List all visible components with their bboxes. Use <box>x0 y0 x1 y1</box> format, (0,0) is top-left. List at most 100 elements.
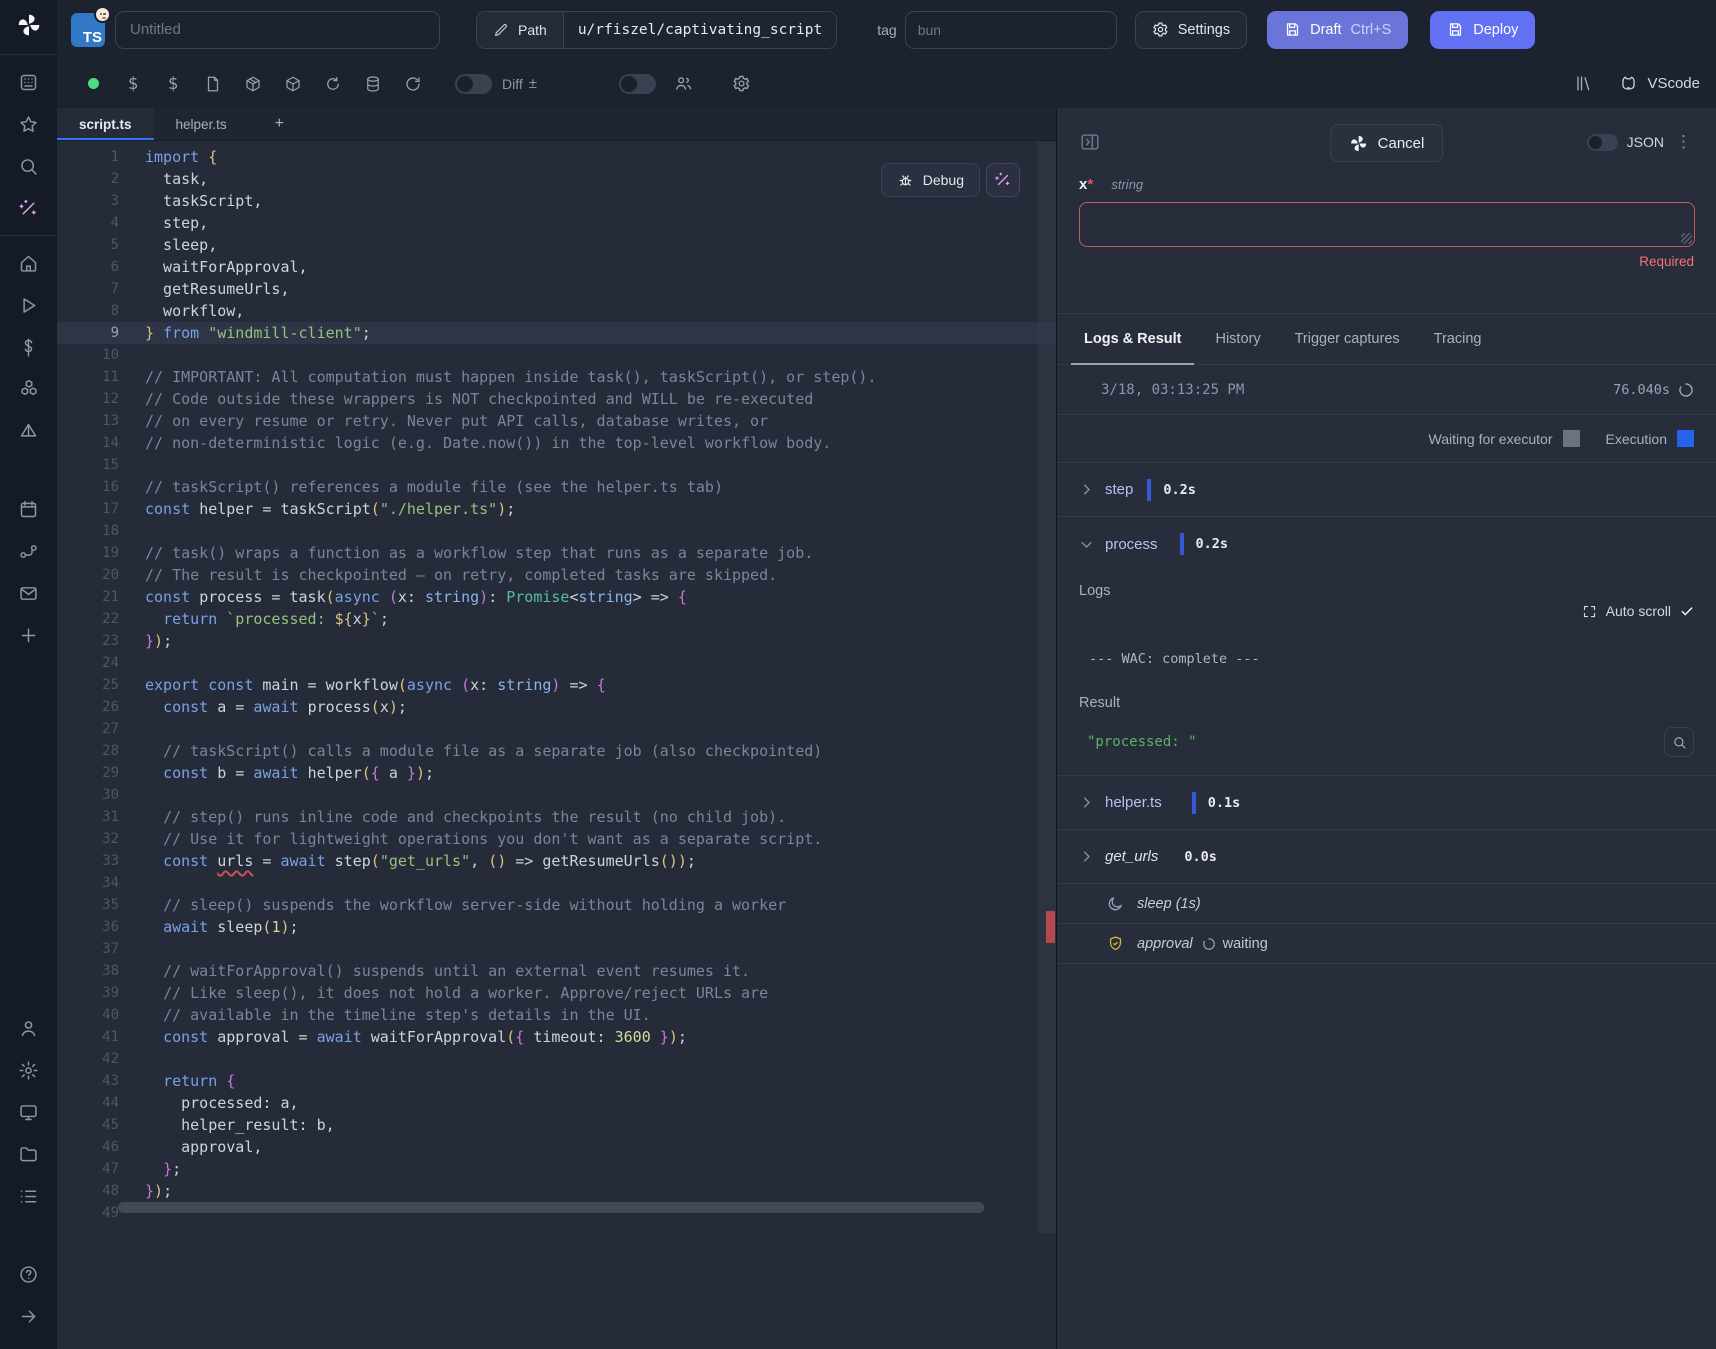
code-line: 22 return `processed: ${x}`; <box>57 608 1056 630</box>
script-file-icon[interactable] <box>193 75 233 93</box>
multiplayer-toggle[interactable] <box>619 74 656 94</box>
timeline-bar <box>1147 479 1151 501</box>
workers-icon[interactable] <box>10 1093 48 1131</box>
apps-icon[interactable] <box>10 63 48 101</box>
help-icon[interactable] <box>10 1255 48 1293</box>
result-search-button[interactable] <box>1664 727 1694 757</box>
windmill-spinner-icon <box>1349 134 1368 153</box>
save-icon <box>1447 21 1464 38</box>
code-line: 12// Code outside these wrappers is NOT … <box>57 388 1056 410</box>
panel-collapse-icon[interactable] <box>1079 131 1101 153</box>
tab-history[interactable]: History <box>1198 314 1277 364</box>
get-urls-duration: 0.0s <box>1184 849 1217 865</box>
code-line: 24 <box>57 652 1056 674</box>
code-line: 4 step, <box>57 212 1056 234</box>
step-name: step <box>1105 481 1133 498</box>
arg-x-input[interactable] <box>1079 202 1695 247</box>
editor-settings-gear-icon[interactable] <box>722 74 762 93</box>
code-line: 36 await sleep(1); <box>57 916 1056 938</box>
timeline-subrow-approval[interactable]: approval waiting <box>1057 924 1716 964</box>
mail-icon[interactable] <box>10 574 48 612</box>
folders-icon[interactable] <box>10 1135 48 1173</box>
settings-gear-icon[interactable] <box>10 1051 48 1089</box>
users-icon <box>664 74 704 93</box>
timeline-row-process[interactable]: process 0.2s <box>1057 517 1716 571</box>
cancel-run-button[interactable]: Cancel <box>1330 124 1444 162</box>
flows-icon[interactable] <box>10 532 48 570</box>
resources-icon[interactable] <box>10 370 48 408</box>
editor-vertical-scrollbar[interactable] <box>1037 141 1056 1233</box>
runs-icon[interactable] <box>10 286 48 324</box>
groups-icon[interactable] <box>10 1177 48 1215</box>
tab-tracing[interactable]: Tracing <box>1417 314 1499 364</box>
search-icon[interactable] <box>10 147 48 185</box>
code-line: 10 <box>57 344 1056 366</box>
vscode-button[interactable]: VScode <box>1619 74 1700 93</box>
editor-horizontal-scrollbar[interactable] <box>118 1202 1056 1215</box>
run-loop-icon[interactable] <box>313 75 353 93</box>
script-title-input[interactable] <box>115 11 440 49</box>
get-urls-name: get_urls <box>1105 848 1158 865</box>
tag-label: tag <box>877 22 896 38</box>
path-selector[interactable]: Path u/rfiszel/captivating_script <box>476 11 837 49</box>
timeline-row-get-urls[interactable]: get_urls 0.0s <box>1057 830 1716 884</box>
variables-icon[interactable] <box>10 328 48 366</box>
arg-field-label: x* string <box>1079 176 1694 193</box>
contextual-dollar-icon[interactable]: $ <box>153 74 193 94</box>
deploy-button[interactable]: Deploy <box>1430 11 1535 49</box>
code-line: 43 return { <box>57 1070 1056 1092</box>
ai-assistant-button[interactable] <box>986 163 1020 197</box>
timeline-row-helper[interactable]: helper.ts 0.1s <box>1057 776 1716 830</box>
collapse-sidebar-icon[interactable] <box>10 1297 48 1335</box>
user-icon[interactable] <box>10 1009 48 1047</box>
code-editor[interactable]: 1import {2 task,3 taskScript,4 step,5 sl… <box>57 141 1056 1233</box>
code-line: 19// task() wraps a function as a workfl… <box>57 542 1056 564</box>
windmill-logo-icon[interactable] <box>16 12 42 38</box>
prism-icon[interactable] <box>10 412 48 450</box>
code-line: 32 // Use it for lightweight operations … <box>57 828 1056 850</box>
json-toggle[interactable] <box>1587 134 1618 151</box>
run-summary-row[interactable]: 3/18, 03:13:25 PM 76.040s <box>1057 365 1716 415</box>
tag-input[interactable] <box>905 11 1117 49</box>
schedules-icon[interactable] <box>10 490 48 528</box>
legend-waiting-label: Waiting for executor <box>1429 431 1553 447</box>
star-icon[interactable] <box>10 105 48 143</box>
plus-icon[interactable] <box>10 616 48 654</box>
code-line: 25export const main = workflow(async (x:… <box>57 674 1056 696</box>
code-line: 11// IMPORTANT: All computation must hap… <box>57 366 1056 388</box>
add-tab-button[interactable]: + <box>249 108 310 140</box>
process-detail: Logs Auto scroll --- WAC: complete --- R… <box>1057 571 1716 776</box>
home-icon[interactable] <box>10 244 48 282</box>
shield-check-icon <box>1107 935 1124 952</box>
kebab-menu-icon[interactable]: ⋮ <box>1673 132 1694 152</box>
code-line: 30 <box>57 784 1056 806</box>
package-icon[interactable] <box>233 75 273 93</box>
ai-wand-icon[interactable] <box>10 189 48 227</box>
library-icon[interactable] <box>1574 74 1593 93</box>
chevron-down-icon <box>1079 537 1094 552</box>
timeline-subrow-sleep[interactable]: sleep (1s) <box>1057 884 1716 924</box>
variables-dollar-icon[interactable]: $ <box>113 74 153 94</box>
database-icon[interactable] <box>353 75 393 93</box>
tab-helper-ts[interactable]: helper.ts <box>154 108 249 140</box>
tab-trigger-captures[interactable]: Trigger captures <box>1278 314 1417 364</box>
code-line: 45 helper_result: b, <box>57 1114 1056 1136</box>
refresh-icon[interactable] <box>393 75 433 93</box>
approval-label: approval <box>1137 936 1193 952</box>
package-2-icon[interactable] <box>273 75 313 93</box>
timeline-row-step[interactable]: step 0.2s <box>1057 463 1716 517</box>
code-line: 27 <box>57 718 1056 740</box>
draft-button[interactable]: Draft Ctrl+S <box>1267 11 1408 49</box>
plusminus-icon: ± <box>529 75 537 92</box>
diff-toggle[interactable] <box>455 74 492 94</box>
loading-spinner-icon <box>1678 382 1694 398</box>
check-icon <box>1680 604 1694 618</box>
settings-button[interactable]: Settings <box>1135 11 1247 49</box>
debug-button[interactable]: Debug <box>881 163 980 197</box>
emoji-badge <box>94 6 111 23</box>
tab-script-ts[interactable]: script.ts <box>57 108 154 140</box>
autoscroll-control[interactable]: Auto scroll <box>1079 603 1694 619</box>
code-line: 29 const b = await helper({ a }); <box>57 762 1056 784</box>
tab-logs-result[interactable]: Logs & Result <box>1067 314 1198 364</box>
helper-duration: 0.1s <box>1208 795 1241 811</box>
